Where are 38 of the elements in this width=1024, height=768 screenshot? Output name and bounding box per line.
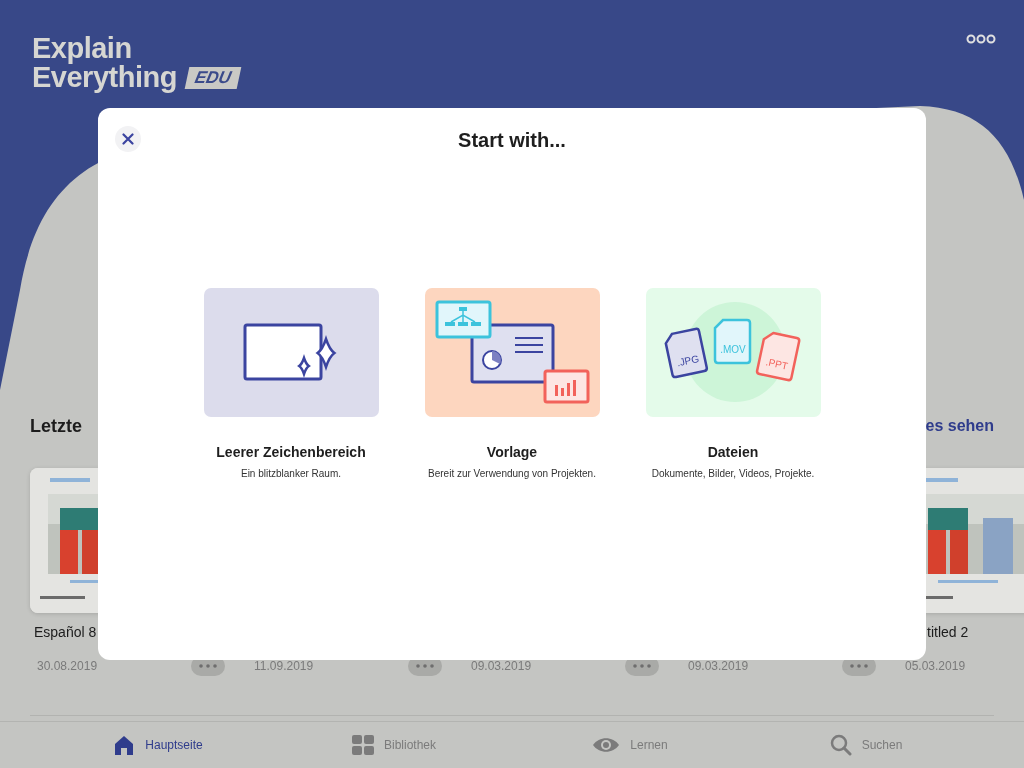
more-icon xyxy=(850,664,868,668)
project-title: Español 8 xyxy=(34,624,97,640)
file-type-label: .PPT xyxy=(764,356,789,372)
home-icon xyxy=(113,734,136,756)
option-tile[interactable] xyxy=(203,288,379,417)
more-icon xyxy=(633,664,651,668)
option-description: Ein blitzblanker Raum. xyxy=(240,468,341,479)
project-title: titled 2 xyxy=(927,624,969,640)
option-title: Vorlage xyxy=(486,444,538,460)
option-title: Leerer Zeichenbereich xyxy=(216,444,366,460)
project-date: 09.03.2019 xyxy=(471,659,532,673)
file-icon xyxy=(664,327,708,379)
option-tile[interactable]: .JPG .MOV .PPT xyxy=(645,288,821,417)
search-icon xyxy=(829,734,852,756)
file-type-label: .JPG xyxy=(675,353,700,369)
option-description: Bereit zur Verwendung von Projekten. xyxy=(428,468,596,479)
tab-item[interactable]: Hauptseite xyxy=(40,722,276,768)
more-icon xyxy=(199,664,217,668)
close-button[interactable] xyxy=(115,126,141,152)
file-icon xyxy=(713,318,751,365)
project-date: 11.09.2019 xyxy=(254,659,314,673)
eye-icon xyxy=(592,737,621,753)
file-type-label: .MOV xyxy=(719,344,746,355)
project-date: 30.08.2019 xyxy=(37,659,98,673)
dialog-title: Start with... xyxy=(458,129,566,152)
project-date: 09.03.2019 xyxy=(688,659,749,673)
option-tile[interactable] xyxy=(424,288,600,417)
more-icon[interactable] xyxy=(966,34,996,44)
section-title: Letzte xyxy=(30,415,82,437)
grid-icon xyxy=(352,735,374,755)
option-description: Dokumente, Bilder, Videos, Projekte. xyxy=(651,468,815,479)
option-title: Dateien xyxy=(707,444,759,460)
project-date: 05.03.2019 xyxy=(905,659,966,673)
more-icon xyxy=(416,664,434,668)
logo-text: Everything xyxy=(32,63,177,92)
close-icon xyxy=(122,133,134,145)
see-all-link[interactable]: es sehen xyxy=(925,417,994,435)
file-icon xyxy=(755,331,800,382)
